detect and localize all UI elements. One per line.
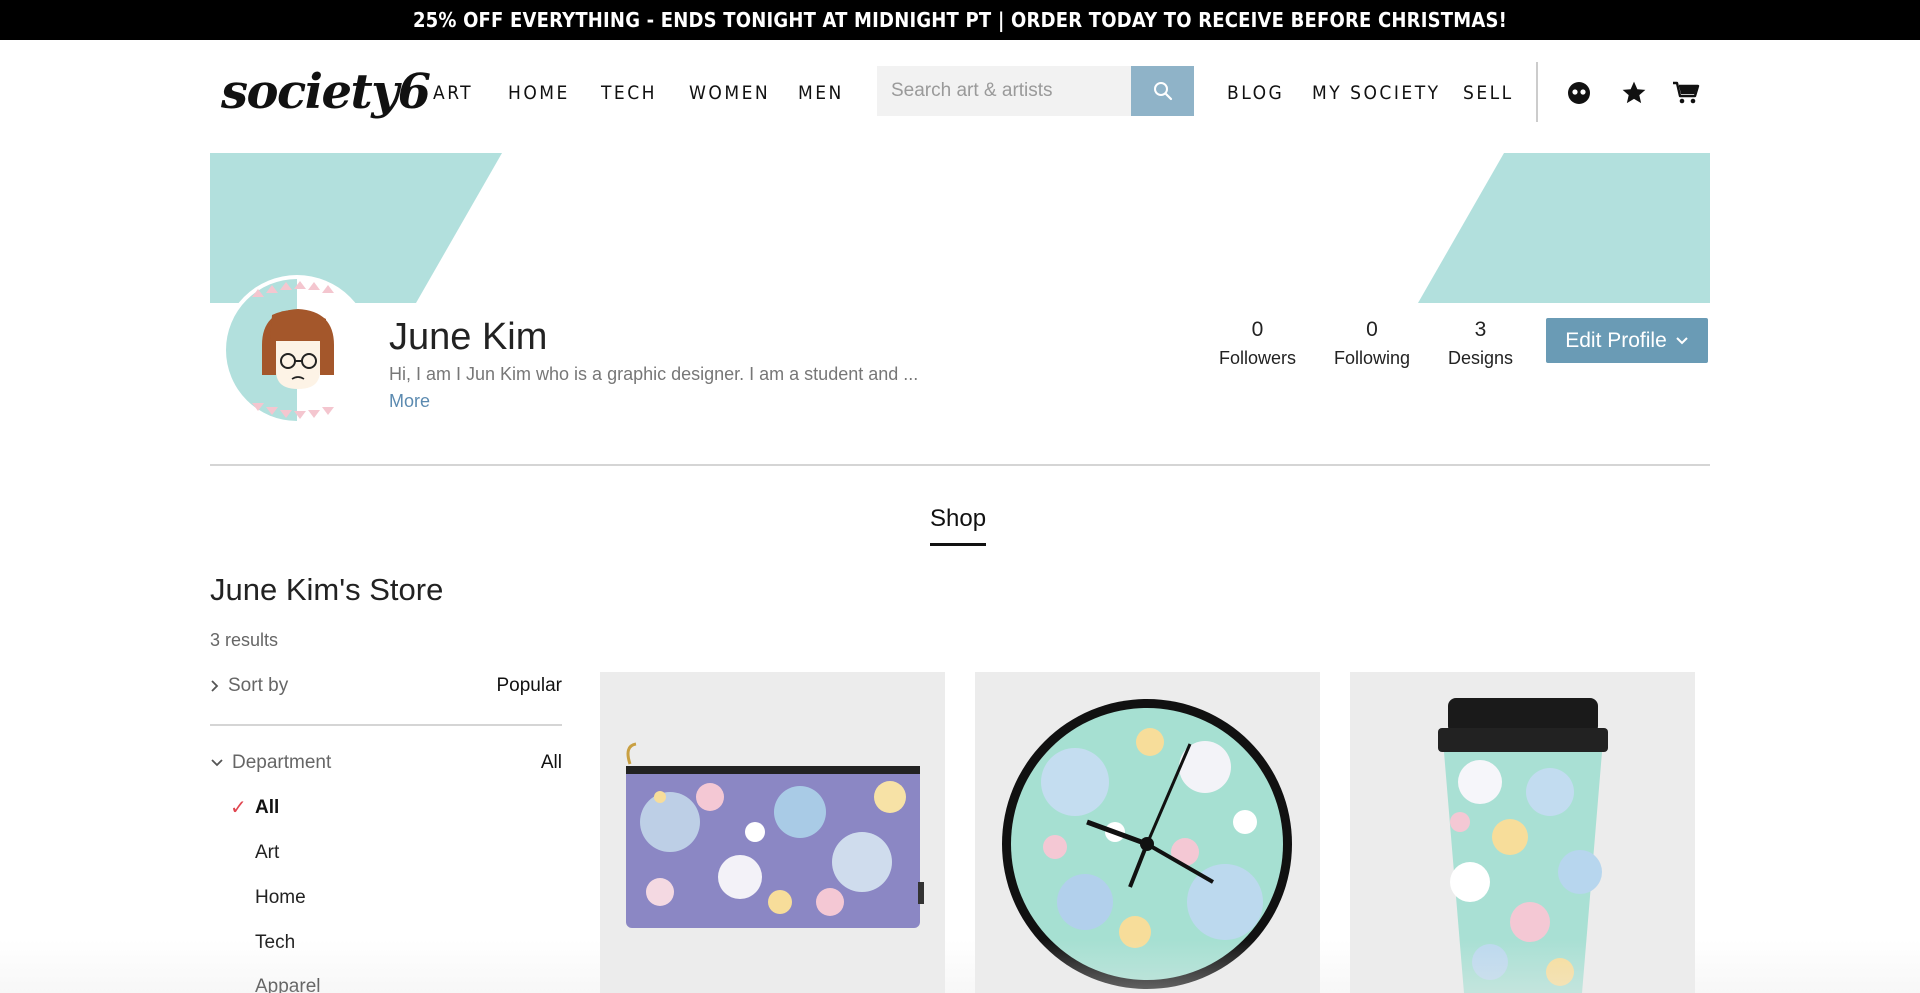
nav-women[interactable]: WOMEN <box>689 82 770 104</box>
department-label: Department <box>232 752 332 773</box>
nav-my-society[interactable]: MY SOCIETY <box>1312 82 1441 104</box>
nav-men[interactable]: MEN <box>798 82 844 104</box>
chevron-down-icon <box>1676 336 1688 344</box>
following-label: Following <box>1334 348 1411 368</box>
profile-name: June Kim <box>389 316 548 358</box>
filter-divider <box>210 724 562 726</box>
checkmark-icon: ✓ <box>230 797 247 819</box>
followers-count: 0 <box>1251 318 1264 341</box>
cover-banner <box>210 153 1710 303</box>
site-header: society6 ART HOME TECH WOMEN MEN BLOG MY… <box>0 40 1920 150</box>
dept-apparel[interactable]: Apparel <box>255 976 321 993</box>
nav-home[interactable]: HOME <box>508 82 570 104</box>
product-travel-mug[interactable] <box>1350 672 1695 993</box>
sort-by-label: Sort by <box>228 675 289 696</box>
bio-more-link[interactable]: More <box>389 391 430 412</box>
dept-tech[interactable]: Tech <box>255 932 295 954</box>
star-icon[interactable] <box>1619 78 1649 108</box>
designs-label: Designs <box>1448 348 1514 368</box>
search-icon <box>1153 82 1172 101</box>
promo-banner[interactable]: 25% OFF EVERYTHING - ENDS TONIGHT AT MID… <box>0 0 1920 40</box>
following-count: 0 <box>1366 318 1378 341</box>
nav-art[interactable]: ART <box>433 82 473 104</box>
search-input[interactable] <box>877 66 1131 116</box>
nav-blog[interactable]: BLOG <box>1227 82 1284 104</box>
sort-by-filter[interactable]: Sort by Popular <box>210 671 562 701</box>
dept-home[interactable]: Home <box>255 887 306 909</box>
followers-label: Followers <box>1219 348 1297 368</box>
product-carry-all-pouch[interactable] <box>600 672 945 993</box>
tab-shop[interactable]: Shop <box>930 505 987 546</box>
sort-by-value: Popular <box>496 675 563 696</box>
cart-icon[interactable] <box>1671 78 1701 108</box>
store-title: June Kim's Store <box>210 572 444 607</box>
nav-sell[interactable]: SELL <box>1463 82 1514 104</box>
department-value: All <box>540 752 562 773</box>
edit-profile-label: Edit Profile <box>1565 328 1667 352</box>
stat-following[interactable]: 0 Following <box>1334 318 1410 369</box>
product-wall-clock[interactable] <box>975 672 1320 993</box>
stat-designs[interactable]: 3 Designs <box>1448 318 1513 369</box>
dept-art[interactable]: Art <box>255 842 279 864</box>
chevron-down-icon <box>211 759 223 767</box>
designs-count: 3 <box>1474 318 1487 341</box>
promo-text: 25% OFF EVERYTHING - ENDS TONIGHT AT MID… <box>412 8 1508 32</box>
results-count: 3 results <box>210 630 279 650</box>
profile-icon[interactable] <box>1564 78 1594 108</box>
nav-tech[interactable]: TECH <box>601 82 657 104</box>
chevron-right-icon <box>211 680 219 692</box>
dept-all[interactable]: All <box>255 797 279 819</box>
edit-profile-button[interactable]: Edit Profile <box>1546 318 1708 363</box>
header-divider <box>1536 62 1538 122</box>
profile-divider <box>210 464 1710 466</box>
avatar[interactable] <box>222 275 372 425</box>
profile-bio: Hi, I am I Jun Kim who is a graphic desi… <box>389 364 919 384</box>
stat-followers[interactable]: 0 Followers <box>1219 318 1296 369</box>
search-bar <box>877 66 1194 116</box>
search-button[interactable] <box>1131 66 1194 116</box>
department-filter[interactable]: Department All <box>210 748 562 778</box>
society6-logo[interactable]: society6 <box>221 64 431 120</box>
